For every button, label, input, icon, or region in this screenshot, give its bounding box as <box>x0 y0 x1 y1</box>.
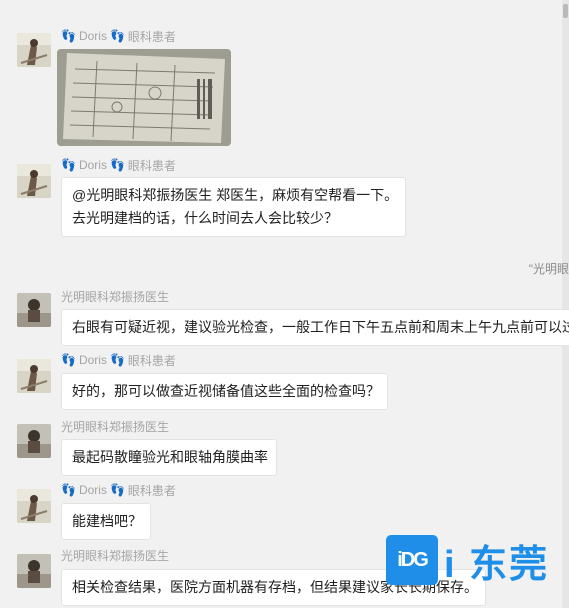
avatar-doris[interactable] <box>17 489 51 523</box>
message-bubble[interactable]: @光明眼科郑振扬医生 郑医生，麻烦有空帮看一下。 去光明建档的话，什么时间去人会… <box>61 177 406 237</box>
footprint-icon: 👣 <box>109 353 125 367</box>
sender-name: 光明眼科郑振扬医生 <box>61 289 170 304</box>
message-line: 最起码散瞳验光和眼轴角膜曲率 <box>72 449 268 465</box>
message-line: 好的，那可以做查近视储备值这些全面的检查吗？ <box>72 383 380 399</box>
footprint-icon: 👣 <box>109 29 125 43</box>
message-bubble[interactable]: 好的，那可以做查近视储备值这些全面的检查吗？ <box>61 373 388 410</box>
footprint-icon: 👣 <box>61 353 76 367</box>
sender-name: Doris <box>78 158 107 172</box>
sender-line: 👣 Doris 👣 眼科患者 <box>61 352 176 368</box>
message-bubble[interactable]: 能建档吧？ <box>61 503 151 540</box>
message-bubble[interactable]: 右眼有可疑近视，建议验光检查，一般工作日下午五点前和周末上午九点前可以过 <box>61 309 569 346</box>
sender-name: 光明眼科郑振扬医生 <box>61 548 170 563</box>
avatar-doris[interactable] <box>17 33 51 67</box>
footprint-icon: 👣 <box>109 158 125 172</box>
sender-name: Doris <box>78 483 107 497</box>
quote-fragment: "光明眼 <box>528 262 569 276</box>
message-line: 去光明建档的话，什么时间去人会比较少？ <box>72 210 338 226</box>
message-line: 能建档吧？ <box>72 513 142 529</box>
avatar-doris[interactable] <box>17 164 51 198</box>
sender-line: 👣 Doris 👣 眼科患者 <box>61 482 176 498</box>
footprint-icon: 👣 <box>109 483 125 497</box>
message-bubble[interactable]: 最起码散瞳验光和眼轴角膜曲率 <box>61 439 277 476</box>
scroll-thumb[interactable] <box>563 4 568 18</box>
avatar-doris[interactable] <box>17 359 51 393</box>
avatar-doctor[interactable] <box>17 554 51 588</box>
sender-line: 光明眼科郑振扬医生 <box>61 418 169 434</box>
watermark-logo: iDG <box>386 535 438 585</box>
sender-line: 👣 Doris 👣 眼科患者 <box>61 28 176 44</box>
watermark-text: i 东莞 <box>444 543 550 586</box>
sender-tag: 眼科患者 <box>127 483 176 498</box>
footprint-icon: 👣 <box>61 29 76 43</box>
sender-tag: 眼科患者 <box>127 29 176 44</box>
sender-name: Doris <box>78 29 107 43</box>
avatar-doctor[interactable] <box>17 424 51 458</box>
sender-line: 👣 Doris 👣 眼科患者 <box>61 157 176 173</box>
sender-line: 光明眼科郑振扬医生 <box>61 547 169 563</box>
avatar-doctor[interactable] <box>17 293 51 327</box>
scrollbar[interactable] <box>562 0 569 608</box>
image-message[interactable] <box>57 49 231 146</box>
sender-name: 光明眼科郑振扬医生 <box>61 419 170 434</box>
sender-tag: 眼科患者 <box>127 158 176 173</box>
sender-tag: 眼科患者 <box>127 353 176 368</box>
sender-line: 光明眼科郑振扬医生 <box>61 288 169 304</box>
footprint-icon: 👣 <box>61 483 76 497</box>
message-line: 右眼有可疑近视，建议验光检查，一般工作日下午五点前和周末上午九点前可以过 <box>72 319 569 335</box>
watermark: iDG i 东莞 <box>386 535 550 586</box>
message-line: @光明眼科郑振扬医生 郑医生，麻烦有空帮看一下。 <box>72 187 399 203</box>
footprint-icon: 👣 <box>61 158 76 172</box>
sender-name: Doris <box>78 353 107 367</box>
